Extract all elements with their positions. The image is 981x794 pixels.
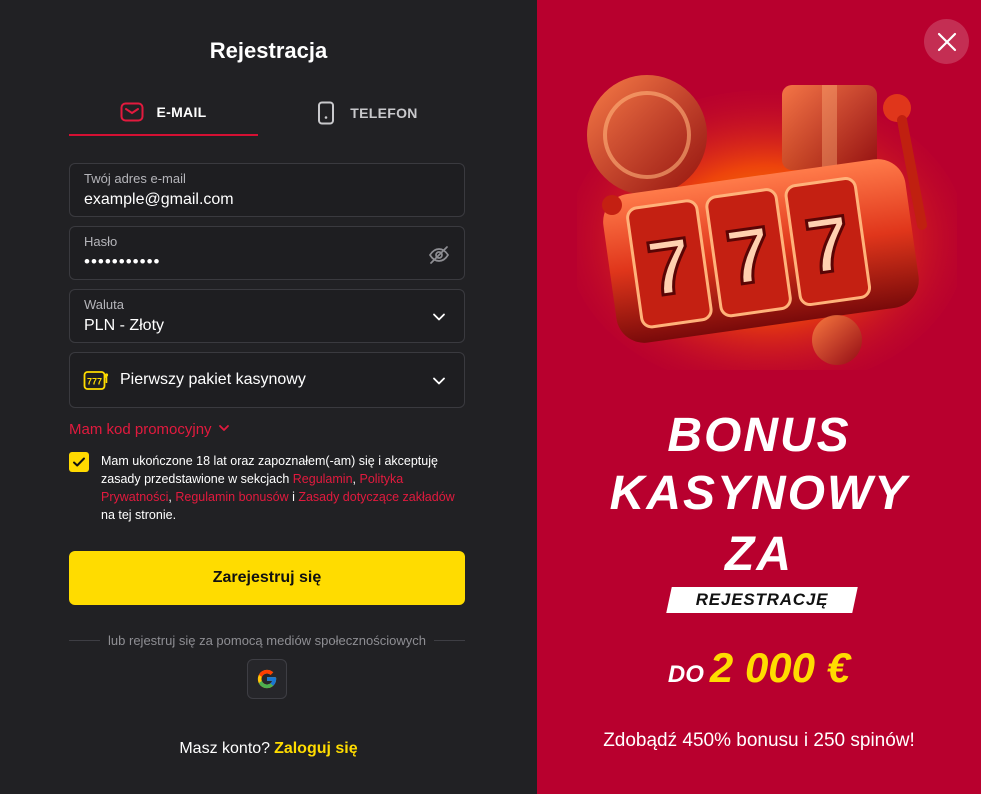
checkmark-icon xyxy=(73,457,85,467)
eye-off-icon[interactable] xyxy=(428,244,450,266)
promo-code-toggle[interactable]: Mam kod promocyjny xyxy=(69,421,230,438)
slot-machine-illustration: 7 7 7 xyxy=(577,75,957,370)
tab-bar: E-MAIL TELEFON xyxy=(69,90,465,136)
login-prompt: Masz konto? Zaloguj się xyxy=(0,740,537,758)
promo-tag: REJESTRACJĘ xyxy=(695,590,829,609)
promo-panel: 7 7 7 BONUS KASYNOWY ZA REJESTRACJĘ DO 2 … xyxy=(537,0,981,794)
betting-rules-link[interactable]: Zasady dotyczące zakładów xyxy=(298,490,454,504)
google-login-button[interactable] xyxy=(247,659,287,699)
login-prompt-text: Masz konto? xyxy=(179,740,271,757)
google-icon xyxy=(257,669,277,689)
login-link[interactable]: Zaloguj się xyxy=(274,740,358,757)
bonus-terms-link[interactable]: Regulamin bonusów xyxy=(175,490,288,504)
social-divider: lub rejestruj się za pomocą mediów społe… xyxy=(69,633,465,648)
slot-777-icon: 777 xyxy=(83,367,109,393)
bonus-package-value: Pierwszy pakiet kasynowy xyxy=(120,371,306,388)
close-icon xyxy=(937,32,956,51)
social-divider-label: lub rejestruj się za pomocą mediów społe… xyxy=(108,633,426,648)
terms-checkbox[interactable] xyxy=(69,452,89,472)
divider-line xyxy=(433,640,465,641)
password-field-label: Hasło xyxy=(84,234,118,249)
registration-panel: Rejestracja E-MAIL TELEFON Twój adres e-… xyxy=(0,0,537,794)
promo-headline-line2: KASYNOWY xyxy=(609,467,909,520)
promo-amount-value: 2 000 € xyxy=(709,644,851,691)
phone-icon xyxy=(314,101,338,125)
terms-text: Mam ukończone 18 lat oraz zapoznałem(-am… xyxy=(101,452,465,524)
terms-separator: i xyxy=(288,490,299,504)
tab-email[interactable]: E-MAIL xyxy=(69,90,258,136)
register-button[interactable]: Zarejestruj się xyxy=(69,551,465,605)
svg-text:777: 777 xyxy=(87,377,102,387)
envelope-icon xyxy=(120,100,144,124)
terms-link[interactable]: Regulamin xyxy=(293,472,353,486)
chevron-down-icon xyxy=(432,310,446,324)
tab-email-label: E-MAIL xyxy=(156,104,207,120)
email-field-value: example@gmail.com xyxy=(84,191,234,208)
password-field-value: ••••••••••• xyxy=(84,252,161,271)
terms-text-part2: na tej stronie. xyxy=(101,508,177,522)
promo-code-label: Mam kod promocyjny xyxy=(69,421,212,438)
chevron-down-icon xyxy=(218,421,230,438)
email-field-label: Twój adres e-mail xyxy=(84,171,186,186)
promo-headline-line1: BONUS xyxy=(667,409,851,462)
tab-phone-label: TELEFON xyxy=(350,105,418,121)
currency-select-label: Waluta xyxy=(84,297,124,312)
currency-select[interactable]: Waluta PLN - Złoty xyxy=(69,289,465,343)
promo-amount-prefix: DO xyxy=(667,661,704,688)
bonus-package-select[interactable]: 777 Pierwszy pakiet kasynowy xyxy=(69,352,465,408)
currency-select-value: PLN - Złoty xyxy=(84,317,165,334)
tab-phone[interactable]: TELEFON xyxy=(267,90,465,136)
password-field[interactable]: Hasło ••••••••••• xyxy=(69,226,465,280)
chevron-down-icon xyxy=(432,374,446,388)
promo-subtitle: Zdobądź 450% bonusu i 250 spinów! xyxy=(603,730,915,751)
form-title: Rejestracja xyxy=(209,38,328,63)
divider-line xyxy=(69,640,101,641)
close-button[interactable] xyxy=(924,19,969,64)
email-field[interactable]: Twój adres e-mail example@gmail.com xyxy=(69,163,465,217)
promo-headline-line3: ZA xyxy=(725,528,793,581)
promo-amount: DO 2 000 € xyxy=(537,644,981,692)
